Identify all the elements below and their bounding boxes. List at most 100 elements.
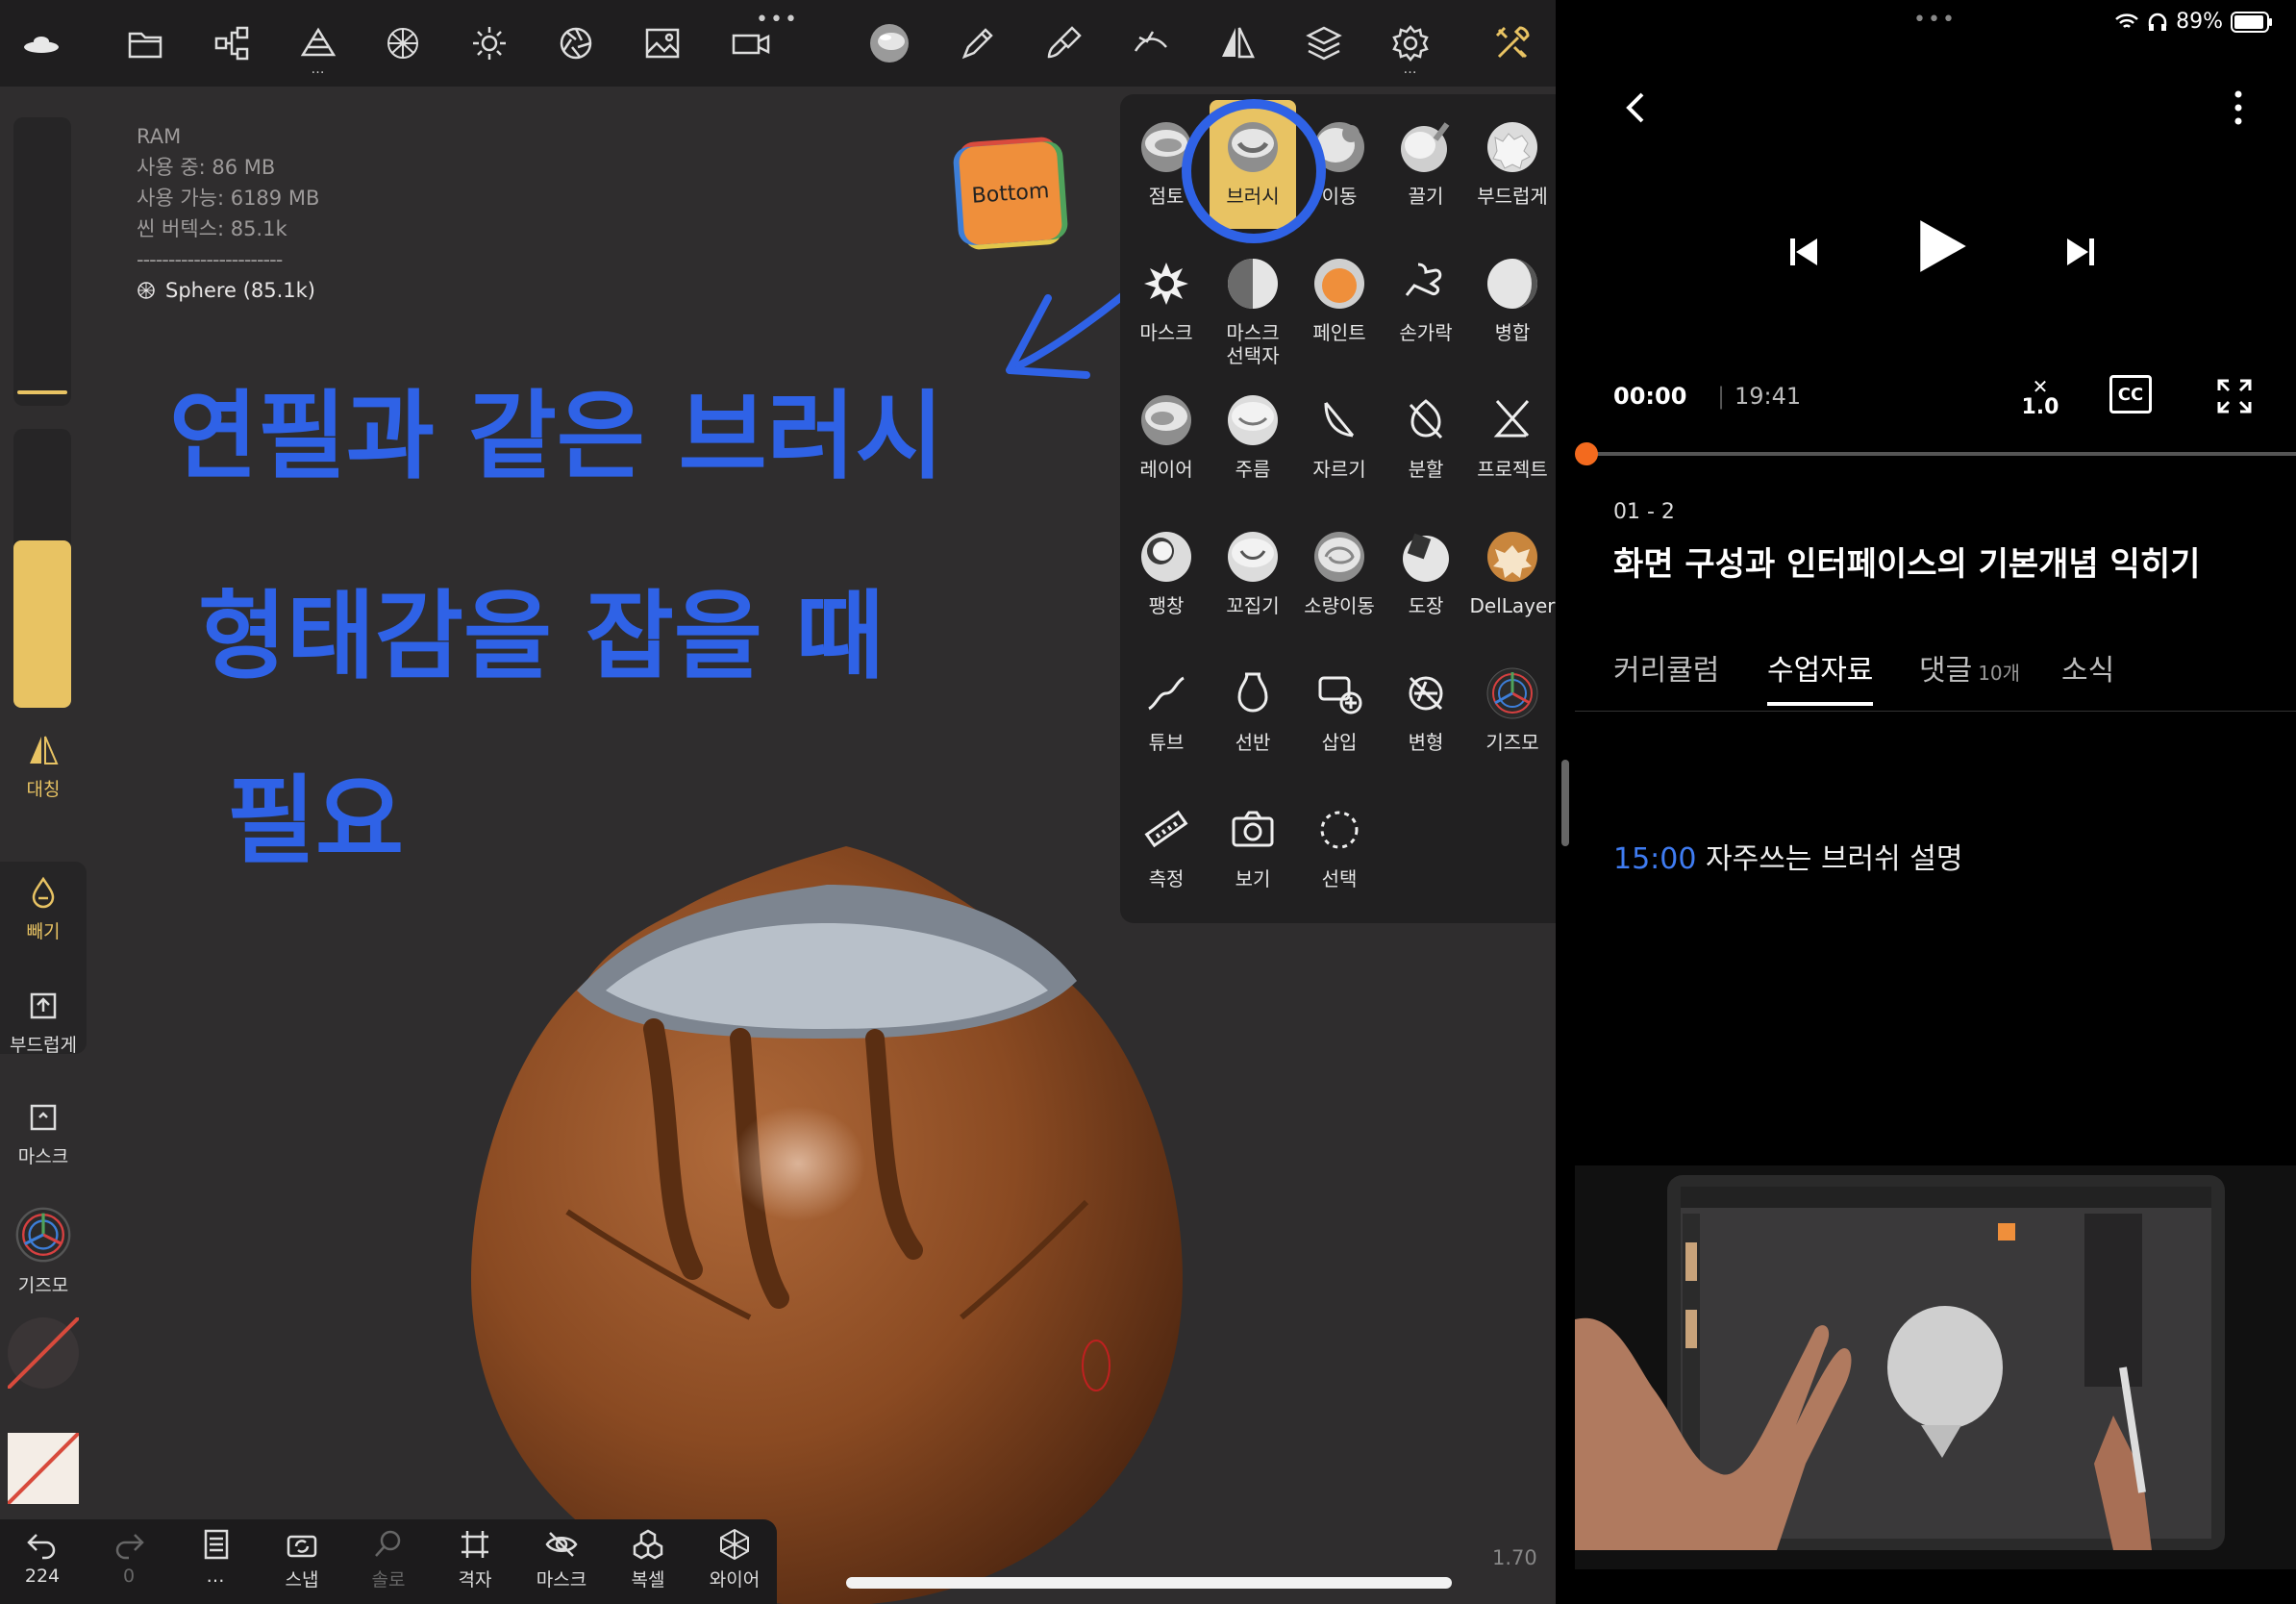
mask-icon — [30, 1104, 57, 1131]
logo-icon[interactable] — [13, 15, 69, 71]
tools-icon[interactable] — [1485, 15, 1540, 71]
tool-nudge[interactable]: 소량이동 — [1296, 529, 1383, 617]
tool-mask[interactable]: 마스크 — [1123, 256, 1210, 344]
color-swatch-2[interactable] — [6, 1431, 81, 1506]
comments-count: 10개 — [1978, 662, 2021, 685]
speed-button[interactable]: ✕ 1.0 — [2011, 369, 2069, 427]
mesh-entry[interactable]: Sphere (85.1k) — [137, 275, 319, 306]
tool-lathe[interactable]: 선반 — [1210, 665, 1296, 754]
tool-gizmo[interactable]: 기즈모 — [1469, 665, 1556, 754]
battery-percent: 89% — [2176, 10, 2223, 34]
video-record-icon[interactable]: ••• — [723, 8, 797, 71]
tool-merge[interactable]: 병합 — [1469, 256, 1556, 344]
play-button[interactable] — [1904, 208, 1981, 285]
subtract-toggle[interactable]: 빼기 — [0, 873, 87, 943]
material-timestamp[interactable]: 15:00 — [1613, 842, 1696, 876]
skip-previous-icon — [1790, 238, 1817, 265]
tool-del-layer[interactable]: DelLayer — [1469, 529, 1556, 617]
previous-button[interactable] — [1777, 225, 1831, 279]
tab-materials[interactable]: 수업자료 — [1767, 646, 1874, 706]
solo-button[interactable]: 솔로 — [350, 1527, 427, 1591]
multitask-dots[interactable]: ••• — [1913, 8, 1957, 32]
folder-icon[interactable] — [117, 15, 173, 71]
snap-button[interactable]: 스냅 — [263, 1527, 340, 1591]
tool-label: 병합 — [1494, 321, 1531, 344]
tool-project[interactable]: 프로젝트 — [1469, 392, 1556, 481]
fullscreen-button[interactable] — [2211, 373, 2258, 419]
multires-icon[interactable] — [375, 15, 431, 71]
back-button[interactable] — [1613, 85, 1660, 131]
history-book-icon — [204, 1529, 229, 1560]
history-button[interactable]: … — [177, 1527, 254, 1587]
split-view-divider[interactable] — [1561, 760, 1569, 846]
tool-label: 페인트 — [1312, 321, 1366, 344]
view-cube-label: Bottom — [970, 178, 1051, 209]
settings-icon[interactable]: … — [1383, 15, 1438, 77]
progress-thumb[interactable] — [1575, 442, 1598, 465]
mask-shortcut[interactable]: 마스크 — [0, 1098, 87, 1168]
brush-icon[interactable] — [950, 15, 1006, 71]
smooth-shortcut[interactable]: 부드럽게 — [0, 987, 87, 1057]
tab-comments[interactable]: 댓글 10개 — [1919, 646, 2020, 704]
annotation-line-3: 필요 — [227, 764, 404, 877]
instructor-video-thumbnail[interactable] — [1575, 1165, 2296, 1569]
lighting-icon[interactable] — [462, 15, 517, 71]
tool-label: 튜브 — [1148, 731, 1185, 754]
symmetry-icon[interactable] — [1210, 15, 1265, 71]
tool-smudge[interactable]: 손가락 — [1383, 256, 1469, 344]
tool-transform[interactable]: 변형 — [1383, 665, 1469, 754]
intensity-slider[interactable] — [13, 429, 71, 708]
wireframe-button[interactable]: 와이어 — [696, 1527, 773, 1591]
tool-layer[interactable]: 레이어 — [1123, 392, 1210, 481]
tool-tube[interactable]: 튜브 — [1123, 665, 1210, 754]
layers-icon[interactable] — [1296, 15, 1352, 71]
material-item[interactable]: 15:00 자주쓰는 브러쉬 설명 — [1613, 835, 1962, 877]
bottom-toolbar: 224 0 … 스냅 솔로 격자 마스크 복셀 와이어 — [0, 1519, 777, 1604]
voxel-button[interactable]: 복셀 — [610, 1527, 686, 1591]
tab-news[interactable]: 소식 — [2061, 646, 2114, 704]
tool-inflate[interactable]: 팽창 — [1123, 529, 1210, 617]
redo-button[interactable]: 0 — [90, 1527, 167, 1587]
tool-measure[interactable]: 측정 — [1123, 802, 1210, 890]
undo-button[interactable]: 224 — [4, 1527, 81, 1587]
grid-button[interactable]: 격자 — [437, 1527, 513, 1591]
tool-pinch[interactable]: 꼬집기 — [1210, 529, 1296, 617]
tool-stamp[interactable]: 도장 — [1383, 529, 1469, 617]
tool-label: 선반 — [1235, 731, 1271, 754]
radius-slider[interactable] — [13, 117, 71, 406]
tab-curriculum[interactable]: 커리큘럼 — [1613, 646, 1719, 704]
tool-trim[interactable]: 자르기 — [1296, 392, 1383, 481]
ram-used: 사용 중: 86 MB — [137, 156, 276, 179]
tool-smooth[interactable]: 부드럽게 — [1469, 119, 1556, 208]
stroke-icon[interactable] — [1123, 15, 1179, 71]
tool-label: 마스크 선택자 — [1226, 321, 1280, 367]
material-icon[interactable] — [548, 15, 604, 71]
gizmo-shortcut[interactable]: 기즈모 — [0, 1204, 87, 1297]
tool-label: 부드럽게 — [1477, 185, 1548, 208]
more-button[interactable] — [2215, 85, 2261, 131]
tool-select[interactable]: 선택 — [1296, 802, 1383, 890]
total-time: 19:41 — [1734, 383, 1802, 410]
symmetry-toggle[interactable]: 대칭 — [0, 731, 87, 801]
tool-drag[interactable]: 끌기 — [1383, 119, 1469, 208]
progress-track[interactable] — [1585, 452, 2296, 456]
tool-crease[interactable]: 주름 — [1210, 392, 1296, 481]
matcap-sphere-icon[interactable] — [861, 15, 917, 71]
scene-graph-icon[interactable] — [204, 15, 260, 71]
mask-visibility-button[interactable]: 마스크 — [523, 1527, 600, 1591]
nudge-icon — [1314, 532, 1364, 582]
background-icon[interactable] — [635, 15, 690, 71]
captions-button[interactable]: CC — [2109, 375, 2152, 414]
paint-brush-icon[interactable] — [1036, 15, 1092, 71]
topology-icon[interactable]: … — [290, 15, 346, 77]
next-button[interactable] — [2054, 225, 2108, 279]
tool-insert[interactable]: 삽입 — [1296, 665, 1383, 754]
tool-paint[interactable]: 페인트 — [1296, 256, 1383, 344]
color-swatch-1[interactable] — [6, 1316, 81, 1391]
camera-icon — [1232, 811, 1274, 847]
tool-mask-selector[interactable]: 마스크 선택자 — [1210, 256, 1296, 367]
tool-split[interactable]: 분할 — [1383, 392, 1469, 481]
home-indicator[interactable] — [846, 1577, 1452, 1589]
tool-label: 측정 — [1148, 867, 1185, 890]
tool-view[interactable]: 보기 — [1210, 802, 1296, 890]
